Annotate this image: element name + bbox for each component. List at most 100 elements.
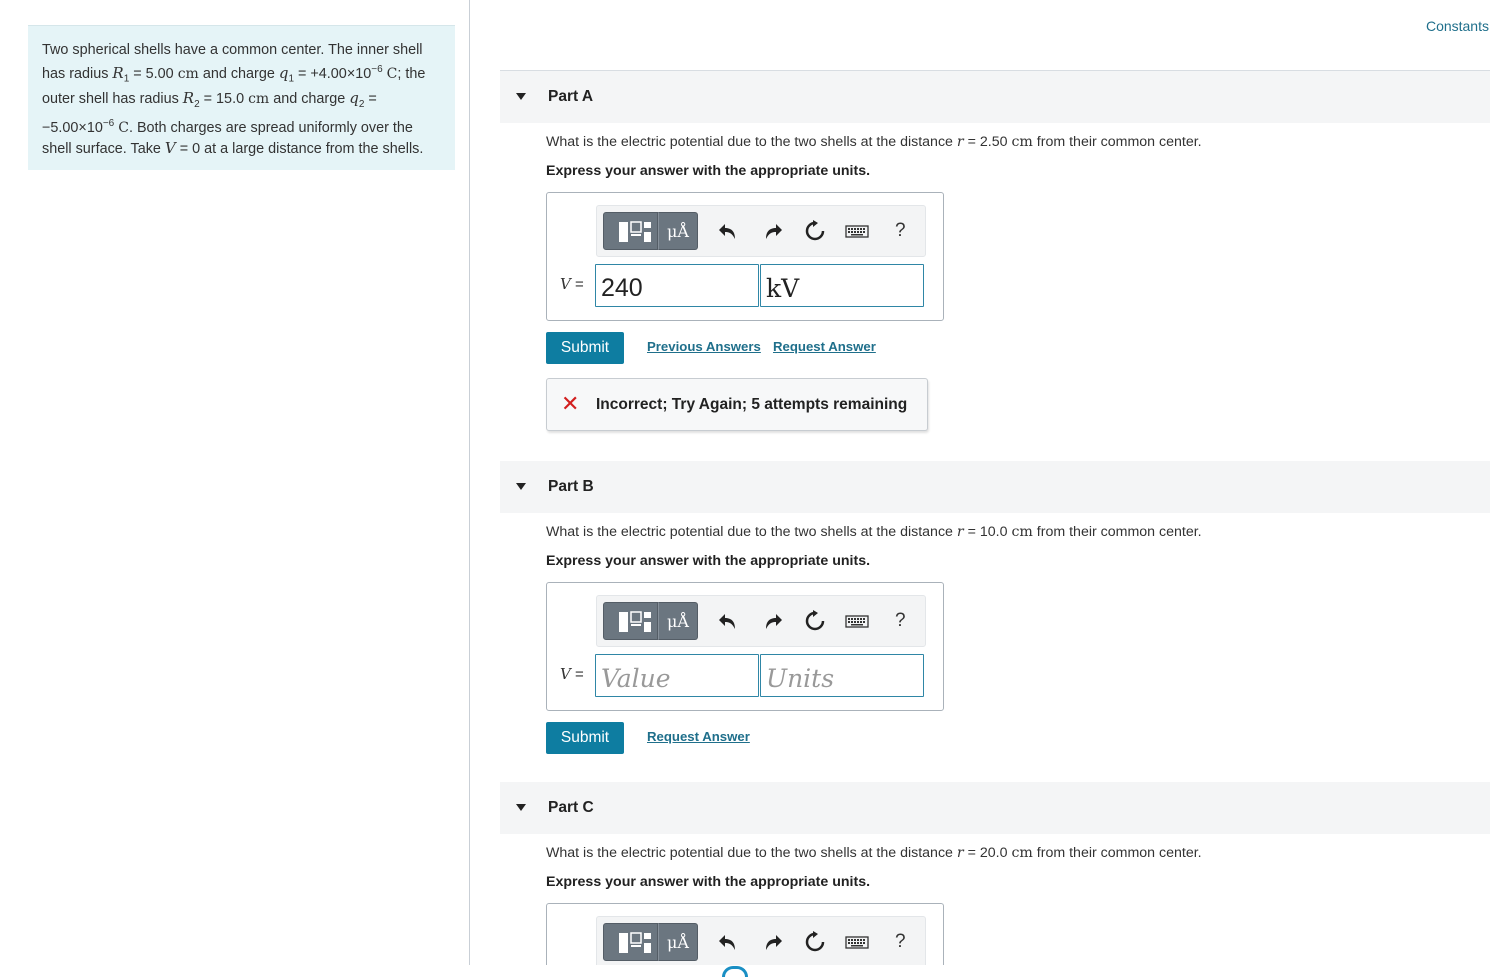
r1-value: = 5.00 bbox=[133, 66, 174, 83]
v-symbol: V bbox=[164, 138, 176, 157]
units-icon[interactable]: μÅ bbox=[658, 923, 698, 961]
redo-icon[interactable] bbox=[760, 609, 784, 633]
part-c-question: What is the electric potential due to th… bbox=[546, 845, 1202, 861]
units-input[interactable] bbox=[760, 264, 924, 307]
question-text: from their common center. bbox=[1036, 845, 1202, 861]
q2-subscript: 2 bbox=[358, 99, 365, 111]
request-answer-link[interactable]: Request Answer bbox=[647, 729, 750, 744]
part-b-instruction: Express your answer with the appropriate… bbox=[546, 553, 871, 569]
templates-icon[interactable] bbox=[603, 923, 658, 961]
units-icon[interactable]: μÅ bbox=[658, 212, 698, 250]
r-symbol: r bbox=[956, 845, 964, 861]
constants-link[interactable]: Constants bbox=[1426, 18, 1489, 34]
r1-symbol: R bbox=[112, 64, 124, 83]
submit-button[interactable]: Submit bbox=[546, 332, 624, 364]
undo-icon[interactable] bbox=[717, 219, 741, 243]
collapse-triangle-icon[interactable] bbox=[516, 93, 526, 100]
part-a-instruction: Express your answer with the appropriate… bbox=[546, 163, 871, 179]
v-label: V = bbox=[560, 275, 584, 293]
help-icon[interactable]: ? bbox=[895, 931, 906, 953]
v-label: V = bbox=[560, 665, 584, 683]
reset-icon[interactable] bbox=[803, 609, 827, 633]
q1-symbol: q bbox=[278, 64, 289, 83]
value-input[interactable] bbox=[595, 264, 759, 307]
problem-text: and charge bbox=[273, 91, 346, 108]
undo-icon[interactable] bbox=[717, 609, 741, 633]
part-c-instruction: Express your answer with the appropriate… bbox=[546, 874, 871, 890]
keyboard-icon[interactable] bbox=[845, 219, 869, 243]
value-input[interactable] bbox=[595, 654, 759, 697]
keyboard-icon[interactable] bbox=[845, 609, 869, 633]
keyboard-icon[interactable] bbox=[845, 930, 869, 954]
part-b-answer-box: μÅ ? V = bbox=[546, 582, 944, 711]
incorrect-icon: ✕ bbox=[561, 391, 580, 416]
problem-text: and charge bbox=[202, 66, 275, 83]
collapse-triangle-icon[interactable] bbox=[516, 483, 526, 490]
question-text: What is the electric potential due to th… bbox=[546, 524, 953, 540]
r-value: = 10.0 bbox=[967, 524, 1008, 540]
units-icon[interactable]: μÅ bbox=[658, 602, 698, 640]
templates-icon[interactable] bbox=[603, 212, 658, 250]
part-b-question: What is the electric potential due to th… bbox=[546, 524, 1202, 540]
r-unit: cm bbox=[1011, 134, 1033, 150]
r2-value: = 15.0 bbox=[203, 91, 245, 108]
q2-unit: C bbox=[118, 120, 129, 137]
q2-exponent: −6 bbox=[102, 118, 115, 130]
r-value: = 20.0 bbox=[967, 845, 1008, 861]
help-icon[interactable]: ? bbox=[895, 610, 906, 632]
part-c-answer-box: μÅ ? bbox=[546, 903, 944, 968]
hint-icon[interactable] bbox=[722, 966, 748, 977]
part-a-question: What is the electric potential due to th… bbox=[546, 134, 1202, 150]
q2-symbol: q bbox=[349, 89, 359, 108]
part-c-header[interactable]: Part C bbox=[500, 782, 1490, 834]
question-text: What is the electric potential due to th… bbox=[546, 845, 953, 861]
reset-icon[interactable] bbox=[803, 930, 827, 954]
request-answer-link[interactable]: Request Answer bbox=[773, 339, 876, 354]
part-a-answer-box: μÅ ? V = bbox=[546, 192, 944, 321]
r2-symbol: R bbox=[182, 89, 195, 108]
equals-sign: = bbox=[570, 666, 584, 683]
equation-toolbar: μÅ ? bbox=[596, 916, 926, 968]
question-text: from their common center. bbox=[1036, 524, 1202, 540]
r-value: = 2.50 bbox=[967, 134, 1008, 150]
part-a-header[interactable]: Part A bbox=[500, 71, 1490, 123]
problem-panel: Two spherical shells have a common cente… bbox=[0, 0, 470, 965]
redo-icon[interactable] bbox=[760, 219, 784, 243]
problem-text: = 0 at a large distance from the shells. bbox=[179, 140, 424, 157]
part-c-title: Part C bbox=[548, 799, 594, 816]
equation-toolbar: μÅ ? bbox=[596, 205, 926, 257]
templates-icon[interactable] bbox=[603, 602, 658, 640]
equation-toolbar: μÅ ? bbox=[596, 595, 926, 647]
undo-icon[interactable] bbox=[717, 930, 741, 954]
feedback-message: Incorrect; Try Again; 5 attempts remaini… bbox=[596, 396, 908, 413]
r-unit: cm bbox=[1011, 524, 1033, 540]
part-b-header[interactable]: Part B bbox=[500, 461, 1490, 513]
help-icon[interactable]: ? bbox=[895, 220, 906, 242]
v-symbol: V bbox=[560, 665, 571, 683]
problem-text: ; bbox=[397, 66, 402, 83]
r1-subscript: 1 bbox=[123, 73, 130, 85]
redo-icon[interactable] bbox=[760, 930, 784, 954]
question-text: from their common center. bbox=[1036, 134, 1202, 150]
problem-statement: Two spherical shells have a common cente… bbox=[28, 25, 455, 170]
r-unit: cm bbox=[1011, 845, 1033, 861]
r2-subscript: 2 bbox=[194, 99, 200, 111]
reset-icon[interactable] bbox=[803, 219, 827, 243]
r1-unit: cm bbox=[177, 66, 199, 83]
collapse-triangle-icon[interactable] bbox=[516, 804, 526, 811]
q1-unit: C bbox=[386, 66, 398, 83]
submit-button[interactable]: Submit bbox=[546, 722, 624, 754]
r-symbol: r bbox=[956, 134, 964, 150]
r2-unit: cm bbox=[248, 91, 270, 108]
part-b-title: Part B bbox=[548, 478, 594, 495]
r-symbol: r bbox=[956, 524, 964, 540]
q1-exponent: −6 bbox=[371, 64, 383, 76]
viewport-edge bbox=[0, 965, 1499, 977]
q1-subscript: 1 bbox=[288, 73, 294, 85]
previous-answers-link[interactable]: Previous Answers bbox=[647, 339, 761, 354]
question-text: What is the electric potential due to th… bbox=[546, 134, 953, 150]
units-input[interactable] bbox=[760, 654, 924, 697]
q1-value: = +4.00×10 bbox=[298, 66, 372, 83]
v-symbol: V bbox=[560, 275, 571, 293]
part-a-title: Part A bbox=[548, 88, 594, 105]
